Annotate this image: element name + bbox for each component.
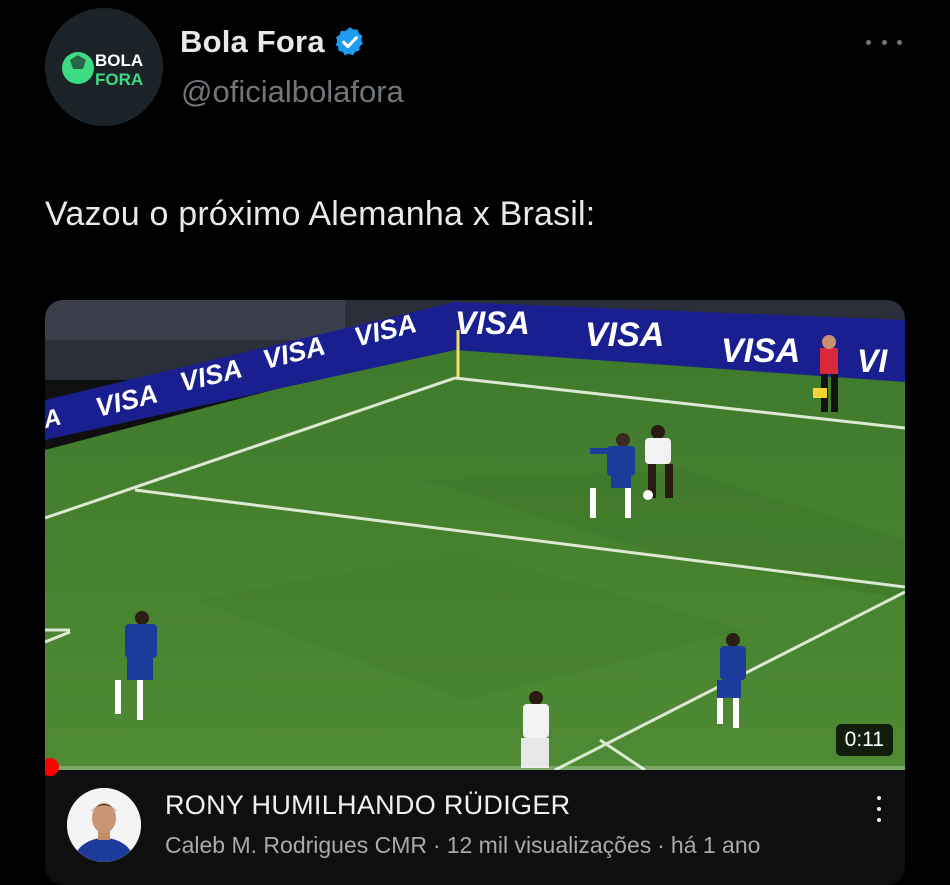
- progress-scrubber-handle[interactable]: [45, 758, 59, 776]
- bola-fora-logo: BOLA FORA: [45, 8, 163, 126]
- more-vertical-icon[interactable]: [875, 796, 883, 822]
- board-text: VISA: [585, 316, 664, 354]
- video-embed-card[interactable]: A VISA VISA VISA VISA VISA VISA VISA VI: [45, 300, 905, 885]
- tweet-text: Vazou o próximo Alemanha x Brasil:: [45, 195, 596, 233]
- channel-avatar[interactable]: [67, 788, 141, 862]
- video-title[interactable]: RONY HUMILHANDO RÜDIGER: [165, 790, 570, 821]
- video-meta: Caleb M. Rodrigues CMR · 12 mil visualizaç…: [165, 832, 760, 859]
- video-thumbnail[interactable]: A VISA VISA VISA VISA VISA VISA VISA VI: [45, 300, 905, 770]
- channel-name[interactable]: Caleb M. Rodrigues CMR: [165, 832, 427, 858]
- more-horizontal-icon[interactable]: [866, 34, 902, 50]
- verified-badge-icon: [333, 25, 367, 59]
- board-text: VISA: [455, 305, 530, 341]
- logo-text-top: BOLA: [95, 51, 143, 70]
- author-name-row: Bola Fora: [180, 24, 367, 60]
- board-text: VI: [857, 343, 888, 379]
- channel-avatar-portrait: [67, 788, 141, 862]
- tweet-page: BOLA FORA Bola Fora @oficialbolafora Vaz…: [0, 0, 950, 885]
- upload-age: há 1 ano: [670, 832, 761, 858]
- author-handle[interactable]: @oficialbolafora: [181, 74, 404, 110]
- board-text: VISA: [721, 332, 800, 370]
- author-display-name[interactable]: Bola Fora: [180, 24, 325, 60]
- meta-separator: ·: [657, 832, 665, 858]
- author-avatar[interactable]: BOLA FORA: [45, 8, 163, 126]
- logo-text-bottom: FORA: [95, 70, 143, 89]
- football-pitch-scene: A VISA VISA VISA VISA VISA VISA VISA VI: [45, 300, 905, 770]
- video-duration-badge: 0:11: [835, 724, 893, 756]
- view-count: 12 mil visualizações: [446, 832, 652, 858]
- video-progress-bar[interactable]: [45, 766, 905, 770]
- meta-separator: ·: [433, 832, 441, 858]
